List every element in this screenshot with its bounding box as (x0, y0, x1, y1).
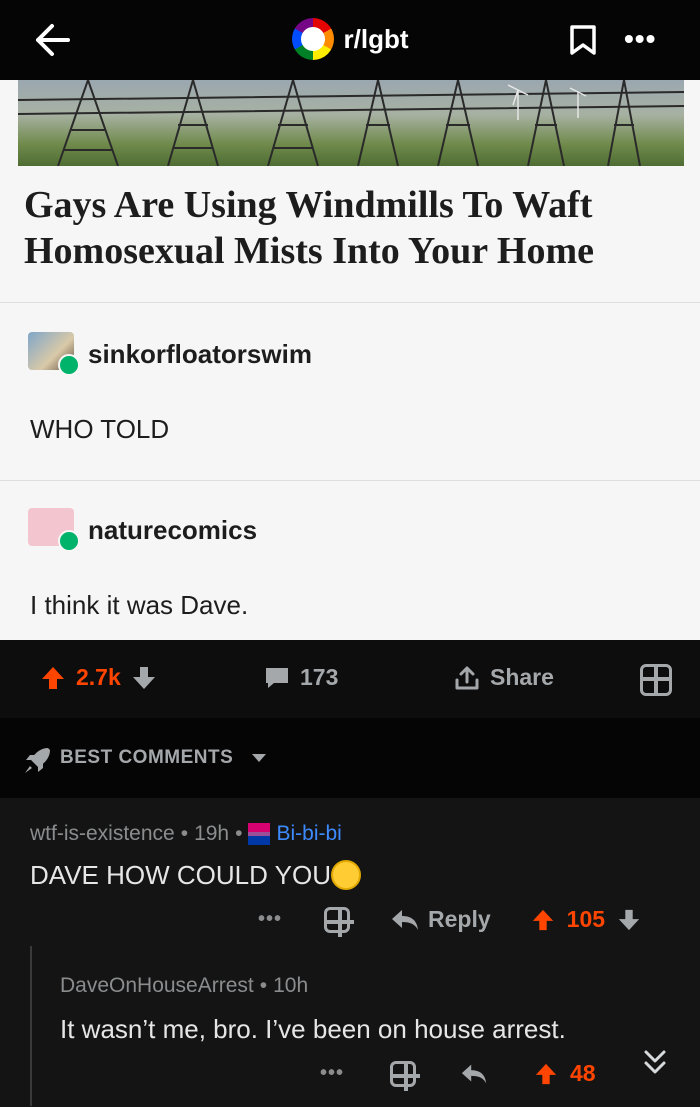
reply-meta: DaveOnHouseArrest • 10h (60, 974, 308, 998)
share-button[interactable]: Share (454, 664, 554, 691)
award-icon[interactable] (640, 664, 672, 696)
avatar (28, 508, 80, 552)
bi-flag-icon (248, 823, 271, 845)
reply-actions: ••• 48 (320, 1060, 596, 1091)
tumblr-username: sinkorfloatorswim (88, 338, 312, 369)
chevron-down-icon[interactable] (252, 754, 266, 762)
post-action-bar: 2.7k 173 Share (0, 640, 700, 718)
reply-arrow-icon[interactable] (390, 908, 420, 932)
comment-count: 173 (300, 664, 339, 690)
user-flair: Bi-bi-bi (276, 822, 342, 845)
more-dots-icon[interactable]: ••• (624, 25, 656, 53)
comment-actions: ••• Reply 105 (258, 906, 641, 937)
reply-body: It wasn’t me, bro. I’ve been on house ar… (60, 1014, 566, 1044)
upvote-icon[interactable] (534, 1061, 558, 1087)
award-icon[interactable] (390, 1060, 421, 1091)
top-bar: r/lgbt ••• (0, 0, 700, 80)
subreddit-avatar (291, 18, 334, 60)
share-label: Share (490, 664, 554, 690)
more-dots-icon[interactable]: ••• (320, 1062, 344, 1085)
comment-author[interactable]: DaveOnHouseArrest (60, 974, 254, 998)
headline-line-2: Homosexual Mists Into Your Home (24, 230, 594, 272)
comment-sort-bar[interactable]: BEST COMMENTS (0, 718, 700, 798)
comment-age: 10h (273, 974, 309, 997)
angry-face-icon (330, 860, 361, 890)
meta-separator: • (259, 974, 268, 997)
bookmark-icon[interactable] (568, 24, 598, 56)
meta-separator: • (235, 822, 243, 845)
power-lines-photo (18, 80, 684, 166)
vote-group: 2.7k (40, 664, 157, 691)
reblog-badge-icon (58, 530, 80, 552)
comment-icon (266, 667, 288, 688)
tumblr-user-2: naturecomics (28, 508, 257, 552)
comment-age: 19h (194, 822, 230, 845)
rocket-icon (25, 748, 50, 773)
article-headline: Gays Are Using Windmills To Waft Homosex… (24, 182, 684, 274)
subreddit-name[interactable]: r/lgbt (344, 24, 409, 55)
reply-arrow-icon[interactable] (460, 1062, 488, 1086)
tumblr-username: naturecomics (88, 514, 258, 545)
headline-line-1: Gays Are Using Windmills To Waft (24, 184, 593, 226)
meta-separator: • (180, 822, 189, 845)
comments-button[interactable]: 173 (264, 664, 338, 691)
upvote-icon[interactable] (40, 665, 66, 691)
comment-score: 105 (566, 906, 606, 932)
tumblr-post-text: I think it was Dave. (30, 590, 249, 620)
comment-meta: wtf-is-existence • 19h • Bi-bi-bi (30, 822, 342, 846)
comment-text: DAVE HOW COULD YOU (30, 860, 331, 890)
vote-count: 2.7k (76, 664, 121, 690)
reply-button[interactable]: Reply (428, 906, 491, 933)
upvote-icon[interactable] (531, 907, 555, 933)
avatar (28, 332, 80, 376)
share-icon (455, 666, 479, 689)
comment-body: DAVE HOW COULD YOU (30, 860, 361, 891)
tumblr-post-text: WHO TOLD (30, 414, 170, 444)
comments-section: wtf-is-existence • 19h • Bi-bi-bi DAVE H… (0, 798, 700, 1107)
more-dots-icon[interactable]: ••• (258, 908, 282, 931)
divider (0, 480, 700, 481)
sort-label[interactable]: BEST COMMENTS (60, 747, 233, 769)
divider (0, 302, 700, 303)
downvote-icon[interactable] (131, 665, 157, 691)
comment-score: 48 (570, 1060, 596, 1086)
thread-line[interactable] (30, 946, 32, 1106)
double-chevron-down-icon[interactable] (642, 1048, 668, 1078)
downvote-icon[interactable] (617, 907, 641, 933)
post-image[interactable]: Gays Are Using Windmills To Waft Homosex… (0, 80, 700, 640)
comment-author[interactable]: wtf-is-existence (30, 822, 175, 846)
reblog-badge-icon (58, 354, 80, 376)
tumblr-user-1: sinkorfloatorswim (28, 332, 312, 376)
award-icon[interactable] (324, 906, 355, 937)
